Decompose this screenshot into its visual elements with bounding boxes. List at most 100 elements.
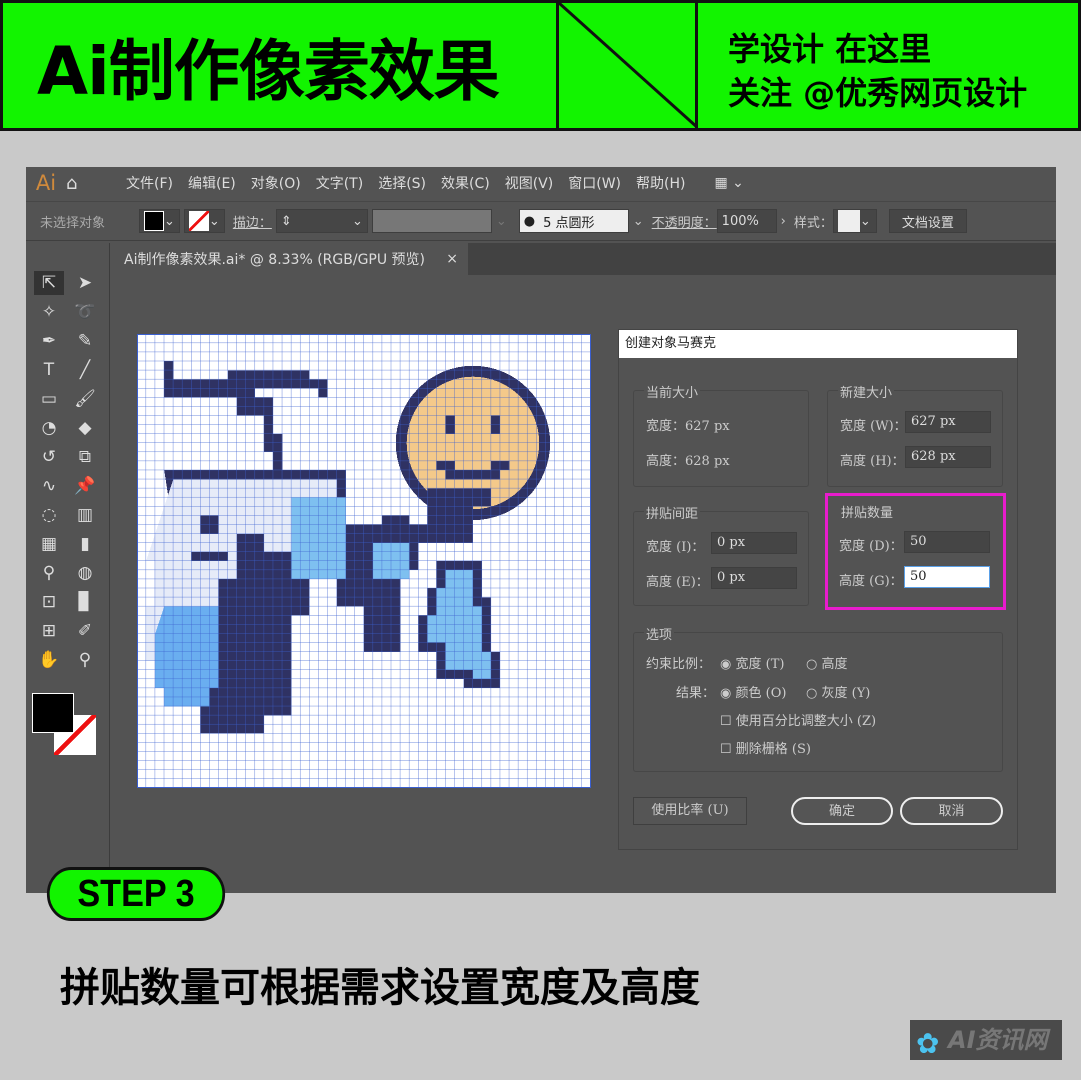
- result-color-radio[interactable]: ◉ 颜色 (O): [720, 682, 786, 701]
- illustrator-window: Ai ⌂ 文件(F) 编辑(E) 对象(O) 文字(T) 选择(S) 效果(C) 视图(V)…: [26, 167, 1056, 893]
- tile-spacing-group: 拼贴间距 宽度 (I)： 0 px 高度 (E)： 0 px: [633, 503, 809, 606]
- perspective-grid-icon[interactable]: ▥: [70, 503, 100, 527]
- opacity-label: 不透明度：: [651, 215, 717, 231]
- tile-count-label: 拼贴数量: [839, 502, 896, 521]
- close-icon[interactable]: ×: [446, 251, 458, 267]
- rectangle-tool-icon[interactable]: ▭: [34, 387, 64, 411]
- fill-color-large[interactable]: [32, 693, 74, 733]
- tab-row: Ai制作像素效果.ai* @ 8.33% (RGB/GPU 预览) ×: [112, 243, 1056, 275]
- workspace-switcher-icon[interactable]: ▦ ⌄: [714, 175, 743, 191]
- pen-tool-icon[interactable]: ✒: [34, 329, 64, 353]
- slice-tool-icon[interactable]: ✐: [70, 619, 100, 643]
- step-badge: STEP 3: [46, 867, 226, 921]
- count-width-label: 宽度 (D)：: [839, 539, 903, 554]
- blend-tool-icon[interactable]: ◍: [70, 561, 100, 585]
- menu-item[interactable]: 选择(S): [378, 173, 426, 193]
- result-label: 结果：: [676, 686, 716, 701]
- magic-wand-icon[interactable]: ✧: [34, 300, 64, 324]
- warp-tool-icon[interactable]: ∿: [34, 474, 64, 498]
- selection-status: 未选择对象: [40, 215, 106, 231]
- current-size-label: 当前大小: [644, 382, 701, 401]
- use-ratio-button[interactable]: 使用比率 (U): [633, 797, 747, 825]
- header-divider: [557, 1, 700, 130]
- line-tool-icon[interactable]: ╱: [70, 358, 100, 382]
- artboard-tool-icon[interactable]: ⊞: [34, 619, 64, 643]
- count-height-input[interactable]: 50: [904, 566, 990, 588]
- options-group: 选项 约束比例： ◉ 宽度 (T) ○ 高度 结果： ◉ 颜色 (O) ○ 灰度…: [633, 624, 1003, 772]
- new-width-input[interactable]: 627 px: [905, 411, 991, 433]
- symbol-sprayer-icon[interactable]: ⊡: [34, 590, 64, 614]
- new-height-label: 高度 (H)：: [840, 454, 905, 469]
- rotate-tool-icon[interactable]: ↺: [34, 445, 64, 469]
- graph-tool-icon[interactable]: ▊: [70, 590, 100, 614]
- tile-count-group: 拼贴数量 宽度 (D)： 50 高度 (G)： 50: [829, 502, 1003, 606]
- style-label: 样式：: [793, 215, 833, 231]
- resize-percent-checkbox[interactable]: ☐ 使用百分比调整大小 (Z): [720, 710, 876, 729]
- selection-tool-icon[interactable]: ⇱: [34, 271, 64, 295]
- hand-tool-icon[interactable]: ✋: [34, 648, 64, 672]
- menu-item[interactable]: 文字(T): [316, 173, 363, 193]
- shaper-tool-icon[interactable]: ◔: [34, 416, 64, 440]
- brush-dropdown-icon[interactable]: ⌄: [633, 214, 644, 229]
- type-tool-icon[interactable]: T: [34, 358, 64, 382]
- stroke-weight-input[interactable]: ⇕ ⌄: [275, 209, 368, 233]
- document-settings-button[interactable]: 文档设置: [888, 209, 967, 233]
- menu-item[interactable]: 帮助(H): [636, 173, 685, 193]
- menu-item[interactable]: 窗口(W): [568, 173, 621, 193]
- menu-item[interactable]: 视图(V): [505, 173, 554, 193]
- fill-swatch[interactable]: ⌄: [139, 209, 180, 233]
- result-gray-radio[interactable]: ○ 灰度 (Y): [806, 682, 870, 701]
- stroke-label: 描边：: [232, 215, 272, 231]
- paintbrush-icon[interactable]: 🖌: [70, 387, 100, 411]
- count-width-input[interactable]: 50: [904, 531, 990, 553]
- style-swatch[interactable]: ⌄: [832, 209, 877, 233]
- menu-bar: Ai ⌂ 文件(F) 编辑(E) 对象(O) 文字(T) 选择(S) 效果(C) 视图(V)…: [26, 167, 1056, 199]
- opacity-input[interactable]: 100%: [716, 209, 777, 233]
- menu-item[interactable]: 文件(F): [126, 173, 173, 193]
- watermark-logo: ✿ AI资讯网: [910, 1020, 1062, 1060]
- menu-item[interactable]: 编辑(E): [188, 173, 236, 193]
- app-logo: Ai: [35, 171, 57, 195]
- current-size-group: 当前大小 宽度：627 px 高度：628 px: [633, 382, 809, 487]
- opacity-arrow[interactable]: ›: [781, 214, 786, 229]
- new-width-label: 宽度 (W)：: [840, 419, 907, 434]
- lasso-icon[interactable]: ➰: [70, 300, 100, 324]
- menu-item[interactable]: 效果(C): [441, 173, 490, 193]
- spacing-width-input[interactable]: 0 px: [711, 532, 797, 554]
- scale-tool-icon[interactable]: ⧉: [70, 445, 100, 469]
- new-size-group: 新建大小 宽度 (W)： 627 px 高度 (H)： 628 px: [827, 382, 1003, 487]
- tools-panel: ⇱ ➤ ✧ ➰ ✒ ✎ T ╱ ▭ 🖌 ◔ ◆ ↺ ⧉ ∿ 📌 ◌ ▥ ▦ ▮ ⚲ ◍ ⊡ ▊ ⊞ ✐ ✋ ⚲: [26, 243, 110, 893]
- mesh-tool-icon[interactable]: ▦: [34, 532, 64, 556]
- tile-spacing-label: 拼贴间距: [644, 503, 701, 522]
- shape-builder-icon[interactable]: ◌: [34, 503, 64, 527]
- variable-width-select[interactable]: [371, 209, 492, 233]
- delete-raster-checkbox[interactable]: ☐ 删除栅格 (S): [720, 738, 811, 757]
- constrain-height-radio[interactable]: ○ 高度: [806, 653, 848, 672]
- eraser-icon[interactable]: ◆: [70, 416, 100, 440]
- spacing-height-input[interactable]: 0 px: [711, 567, 797, 589]
- document-tab[interactable]: Ai制作像素效果.ai* @ 8.33% (RGB/GPU 预览) ×: [112, 243, 468, 275]
- header-slogan: 学设计 在这里 关注 @优秀网页设计: [698, 3, 1078, 128]
- new-height-input[interactable]: 628 px: [905, 446, 991, 468]
- stroke-swatch[interactable]: ⌄: [183, 209, 225, 233]
- ok-button[interactable]: 确定: [791, 797, 893, 825]
- cancel-button[interactable]: 取消: [900, 797, 1003, 825]
- options-label: 选项: [644, 624, 675, 643]
- zoom-tool-icon[interactable]: ⚲: [70, 648, 100, 672]
- gradient-tool-icon[interactable]: ▮: [70, 532, 100, 556]
- object-mosaic-dialog: 创建对象马赛克 当前大小 宽度：627 px 高度：628 px 新建大小 宽度…: [618, 329, 1018, 850]
- header-banner: Ai制作像素效果 学设计 在这里 关注 @优秀网页设计: [0, 0, 1081, 131]
- brush-select[interactable]: ● 5 点圆形: [518, 209, 629, 233]
- control-bar: 未选择对象 ⌄ ⌄ 描边： ⇕ ⌄ ⌄ ● 5 点圆形 ⌄ 不透明度： 100%…: [26, 201, 1056, 241]
- curvature-tool-icon[interactable]: ✎: [70, 329, 100, 353]
- direct-selection-tool-icon[interactable]: ➤: [70, 271, 100, 295]
- puppet-warp-icon[interactable]: 📌: [70, 474, 100, 498]
- home-icon[interactable]: ⌂: [66, 173, 106, 194]
- artboard-pixel-art[interactable]: [137, 334, 591, 788]
- eyedropper-icon[interactable]: ⚲: [34, 561, 64, 585]
- constrain-width-radio[interactable]: ◉ 宽度 (T): [720, 653, 784, 672]
- current-width: 宽度：627 px: [646, 419, 730, 434]
- count-height-label: 高度 (G)：: [839, 574, 903, 589]
- menu-item[interactable]: 对象(O): [251, 173, 301, 193]
- spacing-width-label: 宽度 (I)：: [646, 540, 705, 555]
